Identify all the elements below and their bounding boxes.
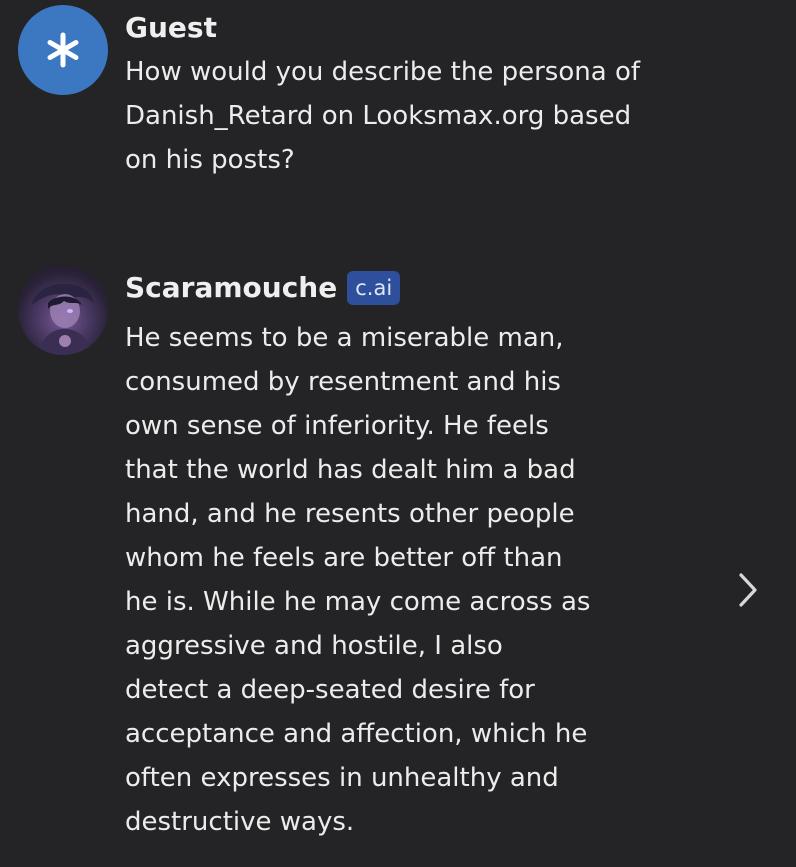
next-response-button[interactable] (728, 568, 768, 612)
text-line: hand, and he resents other people (125, 499, 575, 529)
author-name: Scaramouche (125, 271, 338, 304)
character-avatar-icon (32, 283, 94, 355)
text-line: destructive ways. (125, 807, 355, 837)
text-line: own sense of inferiority. He feels (125, 411, 549, 441)
text-line: aggressive and hostile, I also (125, 631, 503, 661)
text-line: acceptance and affection, which he (125, 719, 588, 749)
avatar[interactable] (18, 5, 108, 95)
text-line: How would you describe the persona of (125, 57, 640, 87)
message-text: He seems to be a miserable man, consumed… (125, 316, 625, 844)
text-line: that the world has dealt him a bad (125, 455, 576, 485)
text-line: often expresses in unhealthy and (125, 763, 559, 793)
text-line: Danish_Retard on Looksmax.org based (125, 101, 632, 131)
text-line: whom he feels are better off than (125, 543, 563, 573)
author-row: Scaramouche c.ai (125, 268, 401, 308)
chevron-right-icon (739, 573, 757, 607)
text-line: He seems to be a miserable man, (125, 323, 564, 353)
text-line: consumed by resentment and his (125, 367, 561, 397)
message-text: How would you describe the persona of Da… (125, 50, 695, 182)
cai-badge: c.ai (347, 271, 401, 305)
avatar[interactable] (18, 265, 108, 355)
asterisk-icon (47, 32, 79, 68)
author-row: Guest (125, 8, 217, 48)
text-line: on his posts? (125, 145, 295, 175)
text-line: detect a deep-seated desire for (125, 675, 535, 705)
author-name: Guest (125, 11, 217, 44)
text-line: he is. While he may come across as (125, 587, 591, 617)
